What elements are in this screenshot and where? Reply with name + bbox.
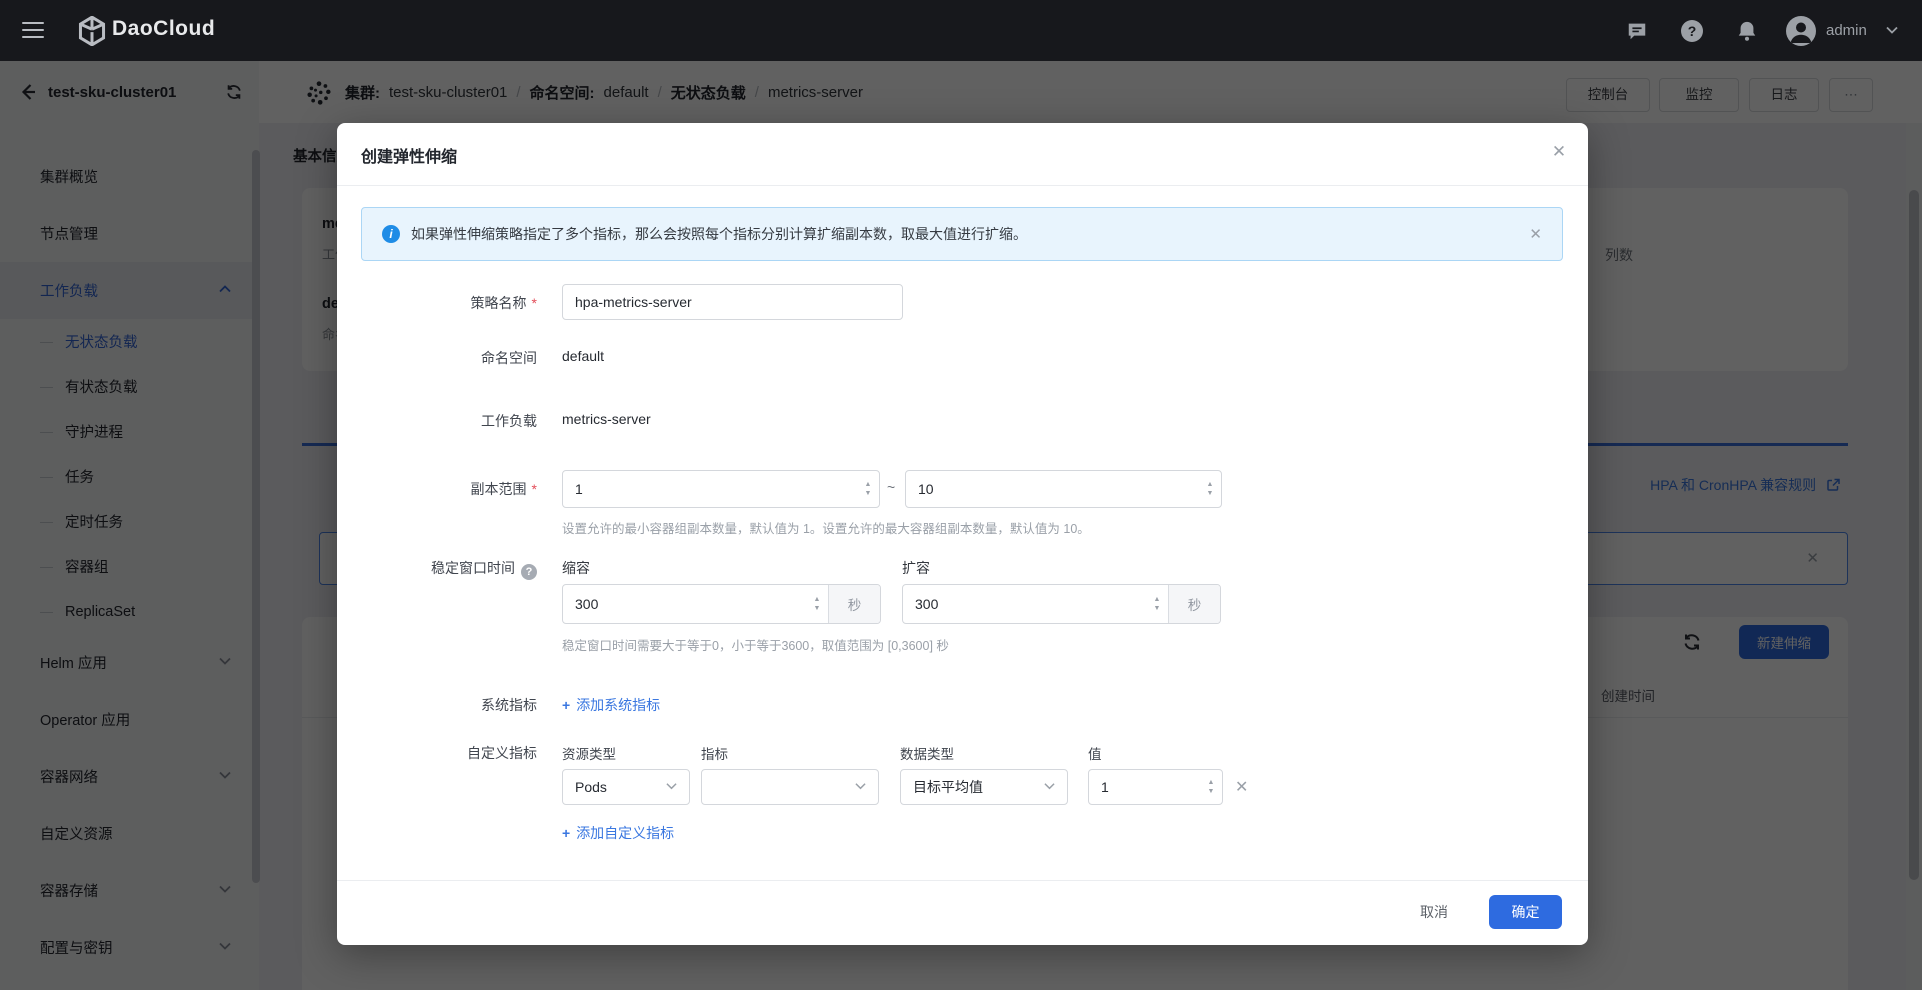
- stepper-down-icon: ▼: [1154, 605, 1161, 612]
- close-icon[interactable]: ✕: [1547, 140, 1571, 164]
- modal-header-divider: [337, 185, 1588, 186]
- stepper-down-icon: ▼: [865, 490, 872, 497]
- username-label[interactable]: admin: [1826, 22, 1867, 39]
- chevron-down-icon: [1044, 782, 1055, 793]
- workload-label: 工作负载: [337, 411, 537, 431]
- metric-value-input[interactable]: [1089, 779, 1200, 795]
- metric-value-stepper: ▲▼: [1088, 769, 1223, 805]
- stepper-up-icon: ▲: [1154, 596, 1161, 603]
- close-icon[interactable]: ✕: [1529, 225, 1542, 243]
- replicas-range-label: 副本范围*: [337, 479, 537, 499]
- cancel-button[interactable]: 取消: [1399, 895, 1469, 929]
- brand-name: DaoCloud: [112, 17, 215, 41]
- scale-out-input[interactable]: [903, 596, 1146, 612]
- create-hpa-modal: 创建弹性伸缩 ✕ i 如果弹性伸缩策略指定了多个指标，那么会按照每个指标分别计算…: [337, 123, 1588, 945]
- scale-in-label: 缩容: [562, 558, 590, 578]
- help-icon[interactable]: ?: [1681, 20, 1703, 42]
- add-system-metric-link[interactable]: +添加系统指标: [562, 695, 660, 715]
- stable-window-help-text: 稳定窗口时间需要大于等于0，小于等于3600，取值范围为 [0,3600] 秒: [562, 635, 949, 654]
- plus-icon: +: [562, 825, 570, 841]
- question-help-icon[interactable]: ?: [521, 564, 537, 580]
- plus-icon: +: [562, 697, 570, 713]
- daocloud-logo-icon: [78, 16, 106, 46]
- topbar: DaoCloud ? admin: [0, 0, 1922, 61]
- range-separator: ~: [887, 479, 895, 495]
- replicas-help-text: 设置允许的最小容器组副本数量，默认值为 1。设置允许的最大容器组副本数量，默认值…: [562, 518, 1090, 537]
- confirm-button[interactable]: 确定: [1489, 895, 1562, 929]
- seconds-unit: 秒: [828, 585, 880, 623]
- user-avatar[interactable]: [1786, 16, 1816, 46]
- custom-metrics-label: 自定义指标: [337, 743, 537, 763]
- remove-metric-icon[interactable]: ✕: [1235, 777, 1248, 797]
- stepper-up-icon: ▲: [865, 481, 872, 488]
- messages-icon[interactable]: [1626, 20, 1648, 42]
- required-mark: *: [532, 481, 537, 497]
- system-metrics-label: 系统指标: [337, 695, 537, 715]
- metric-column-label: 指标: [701, 743, 728, 763]
- chevron-down-icon: [855, 782, 866, 793]
- add-custom-metric-link[interactable]: +添加自定义指标: [562, 823, 674, 843]
- stepper-arrows[interactable]: ▲▼: [1146, 596, 1168, 612]
- notifications-bell-icon[interactable]: [1736, 20, 1758, 42]
- modal-footer-divider: [337, 880, 1588, 881]
- scale-in-stepper: ▲▼ 秒: [562, 584, 881, 624]
- stepper-arrows[interactable]: ▲▼: [806, 596, 828, 612]
- required-mark: *: [532, 295, 537, 311]
- resource-type-column-label: 资源类型: [562, 743, 616, 763]
- stepper-down-icon: ▼: [814, 605, 821, 612]
- modal-title: 创建弹性伸缩: [361, 143, 457, 167]
- metric-select[interactable]: [701, 769, 879, 805]
- stepper-up-icon: ▲: [814, 596, 821, 603]
- value-column-label: 值: [1088, 743, 1102, 763]
- resource-type-select[interactable]: Pods: [562, 769, 690, 805]
- info-banner-text: 如果弹性伸缩策略指定了多个指标，那么会按照每个指标分别计算扩缩副本数，取最大值进…: [411, 224, 1518, 244]
- stepper-down-icon: ▼: [1207, 490, 1214, 497]
- stepper-down-icon: ▼: [1208, 788, 1215, 795]
- namespace-value: default: [562, 348, 604, 364]
- data-type-select[interactable]: 目标平均值: [900, 769, 1068, 805]
- seconds-unit: 秒: [1168, 585, 1220, 623]
- stepper-up-icon: ▲: [1207, 481, 1214, 488]
- stepper-arrows[interactable]: ▲▼: [1199, 481, 1221, 497]
- info-banner: i 如果弹性伸缩策略指定了多个指标，那么会按照每个指标分别计算扩缩副本数，取最大…: [361, 207, 1563, 261]
- policy-name-label: 策略名称*: [337, 293, 537, 313]
- chevron-down-icon: [666, 782, 677, 793]
- stepper-up-icon: ▲: [1208, 779, 1215, 786]
- info-icon: i: [382, 225, 400, 243]
- hamburger-menu-icon[interactable]: [22, 22, 44, 38]
- scale-in-input[interactable]: [563, 596, 806, 612]
- chevron-down-icon[interactable]: [1886, 26, 1898, 34]
- stable-window-label: 稳定窗口时间?: [337, 558, 537, 580]
- replicas-max-stepper: ▲▼: [905, 470, 1222, 508]
- scale-out-label: 扩容: [902, 558, 930, 578]
- replicas-min-input[interactable]: [563, 481, 857, 497]
- workload-value: metrics-server: [562, 411, 651, 427]
- namespace-label: 命名空间: [337, 348, 537, 368]
- policy-name-input[interactable]: [562, 284, 903, 320]
- data-type-column-label: 数据类型: [900, 743, 954, 763]
- replicas-min-stepper: ▲▼: [562, 470, 880, 508]
- stepper-arrows[interactable]: ▲▼: [1200, 779, 1222, 795]
- replicas-max-input[interactable]: [906, 481, 1199, 497]
- stepper-arrows[interactable]: ▲▼: [857, 481, 879, 497]
- scale-out-stepper: ▲▼ 秒: [902, 584, 1221, 624]
